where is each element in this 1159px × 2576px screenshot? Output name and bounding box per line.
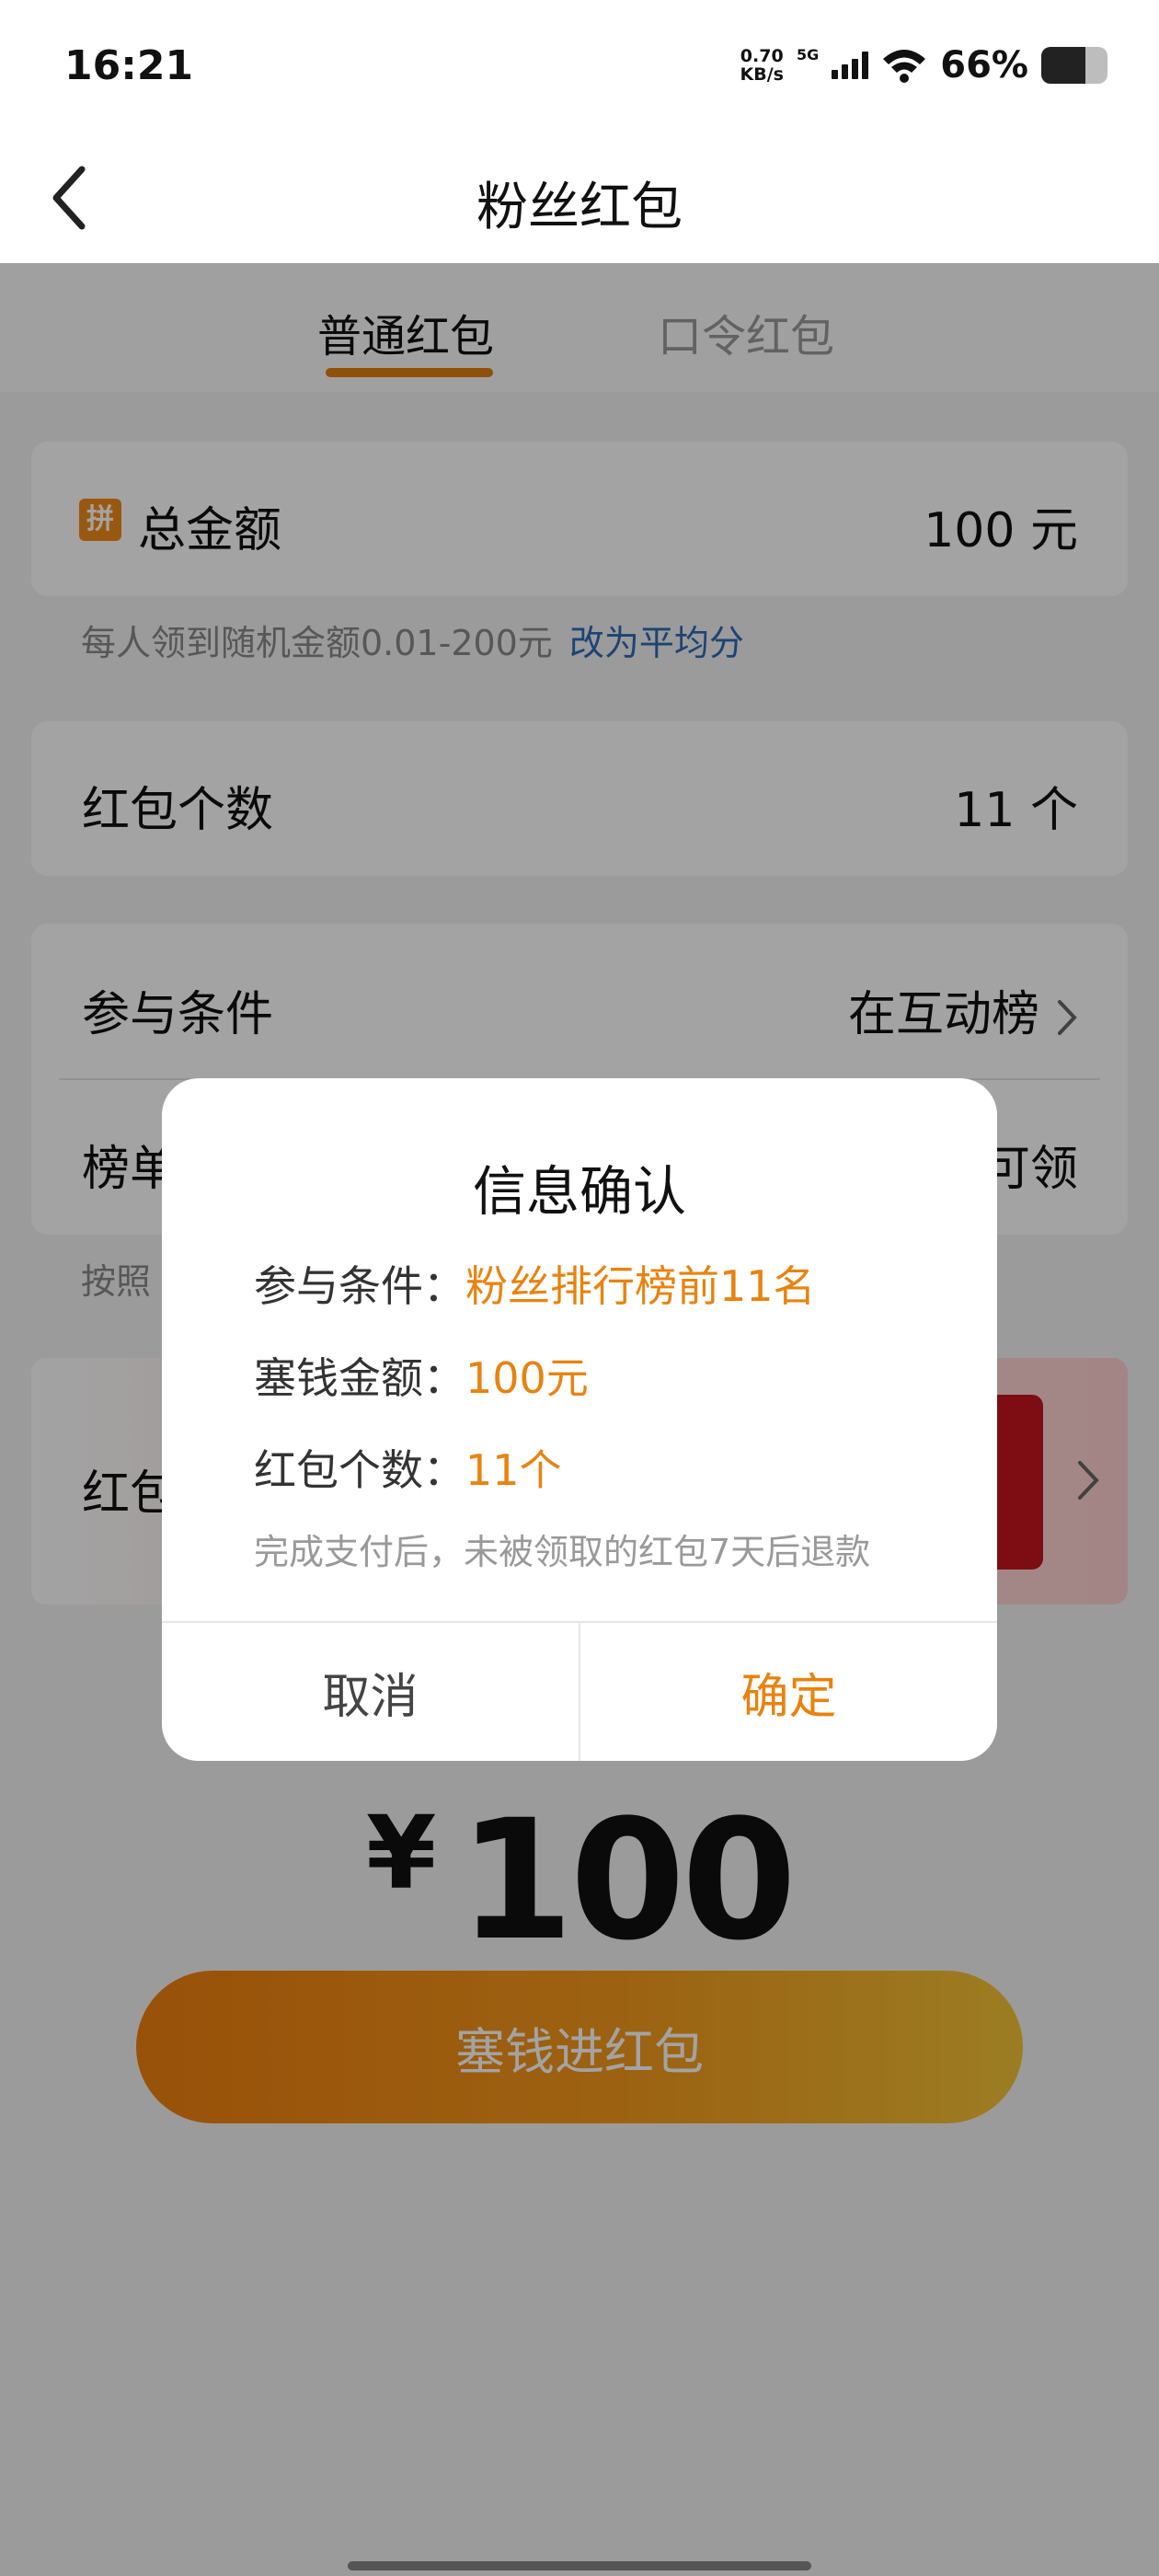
- confirm-dialog: 信息确认 参与条件：粉丝排行榜前11名 塞钱金额：100元 红包个数：11个 完…: [162, 1078, 997, 1761]
- status-icons: 0.70 KB/s 5G 66%: [740, 44, 1107, 86]
- battery-percent: 66%: [940, 44, 1028, 86]
- confirm-button[interactable]: 确定: [580, 1623, 997, 1761]
- status-time: 16:21: [64, 42, 194, 89]
- network-speed: 0.70 KB/s: [740, 47, 784, 84]
- speed-unit: KB/s: [740, 64, 784, 85]
- dialog-row-amount: 塞钱金额：100元: [254, 1345, 589, 1406]
- signal-icon: [832, 52, 869, 79]
- network-type: 5G: [796, 45, 820, 63]
- battery-icon: [1041, 47, 1107, 84]
- dialog-row-label: 红包个数：: [254, 1445, 465, 1495]
- dialog-row-value: 100元: [465, 1353, 589, 1403]
- dialog-row-value: 11个: [465, 1445, 562, 1495]
- dialog-row-label: 参与条件：: [254, 1261, 465, 1311]
- speed-value: 0.70: [740, 46, 784, 66]
- battery-fill: [1041, 47, 1085, 84]
- status-bar: 16:21 0.70 KB/s 5G 66%: [0, 0, 1159, 138]
- dialog-note: 完成支付后，未被领取的红包7天后退款: [254, 1532, 871, 1572]
- dialog-row-value: 粉丝排行榜前11名: [465, 1261, 816, 1311]
- page-title: 粉丝红包: [476, 178, 683, 237]
- home-indicator[interactable]: [348, 2561, 811, 2570]
- dialog-title: 信息确认: [472, 1160, 686, 1223]
- dialog-row-count: 红包个数：11个: [254, 1437, 562, 1498]
- wifi-icon: [883, 50, 926, 83]
- nav-bar: 粉丝红包: [0, 138, 1159, 263]
- dialog-row-label: 塞钱金额：: [254, 1353, 465, 1403]
- cancel-button[interactable]: 取消: [162, 1623, 579, 1761]
- dialog-row-condition: 参与条件：粉丝排行榜前11名: [254, 1253, 816, 1314]
